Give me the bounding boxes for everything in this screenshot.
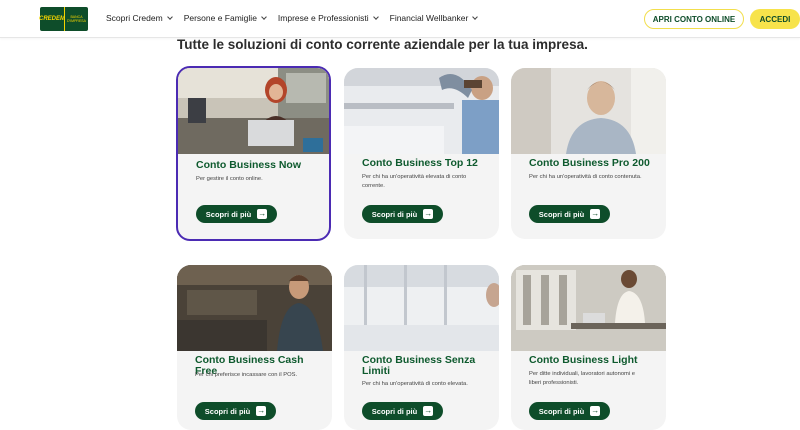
card-description: Per chi ha un'operatività di conto conte… [529,174,642,180]
card-description: Per gestire il conto online. [196,176,263,182]
product-card-business-now[interactable]: Conto Business Now Per gestire il conto … [176,66,331,241]
scopri-di-piu-button[interactable]: Scopri di più → [196,205,277,223]
scopri-di-piu-button[interactable]: Scopri di più → [529,205,610,223]
card-description: Per ditte individuali, lavoratori autono… [529,371,636,386]
scopri-di-piu-button[interactable]: Scopri di più → [529,402,610,420]
arrow-right-icon: → [590,209,601,219]
scopri-di-piu-button[interactable]: Scopri di più → [362,205,443,223]
arrow-right-icon: → [423,209,434,219]
card-photo [511,265,666,351]
arrow-right-icon: → [257,209,268,219]
arrow-right-icon: → [256,406,267,416]
card-title: Conto Business Top 12 [362,157,478,169]
logo-mark: CREDEM [39,7,65,31]
product-card-business-cash-free[interactable]: Conto Business Cash Free Per chi preferi… [177,265,332,430]
site-header: CREDEM BANCA D'IMPRESA Scopri Credem Per… [0,0,800,38]
card-photo [178,68,329,154]
logo-subtitle: BANCA D'IMPRESA [64,7,88,31]
nav-scopri-credem[interactable]: Scopri Credem [106,13,173,23]
product-card-business-pro-200[interactable]: Conto Business Pro 200 Per chi ha un'ope… [511,68,666,239]
card-photo [344,265,499,351]
scopri-di-piu-button[interactable]: Scopri di più → [195,402,276,420]
arrow-right-icon: → [590,406,601,416]
credem-logo[interactable]: CREDEM BANCA D'IMPRESA [39,7,88,31]
scopri-di-piu-button[interactable]: Scopri di più → [362,402,443,420]
arrow-right-icon: → [423,406,434,416]
card-description: Per chi ha un'operatività di conto eleva… [362,381,468,387]
product-card-business-top-12[interactable]: Conto Business Top 12 Per chi ha un'oper… [344,68,499,239]
accedi-button[interactable]: ACCEDI [750,9,800,29]
chevron-down-icon [372,14,379,20]
nav-financial-wellbanker[interactable]: Financial Wellbanker [390,13,479,23]
card-description: Per chi ha un'operatività elevata di con… [362,174,467,189]
card-title: Conto Business Light [529,354,638,366]
nav-persone-famiglie[interactable]: Persone e Famiglie [184,13,267,23]
card-description: Per chi preferisce incassare con il POS. [195,372,298,378]
card-photo [177,265,332,351]
card-photo [511,68,666,154]
nav-imprese-professionisti[interactable]: Imprese e Professionisti [278,13,379,23]
main-nav: Scopri Credem Persone e Famiglie Imprese… [106,13,479,23]
card-title: Conto Business Senza Limiti [362,354,476,377]
chevron-down-icon [472,14,479,20]
chevron-down-icon [261,14,267,20]
apri-conto-online-button[interactable]: APRI CONTO ONLINE [644,9,744,29]
product-card-business-light[interactable]: Conto Business Light Per ditte individua… [511,265,666,430]
card-title: Conto Business Now [196,159,302,171]
product-card-business-senza-limiti[interactable]: Conto Business Senza Limiti Per chi ha u… [344,265,499,430]
card-photo [344,68,499,154]
section-title: Tutte le soluzioni di conto corrente azi… [177,37,588,52]
card-title: Conto Business Pro 200 [529,157,650,169]
chevron-down-icon [166,14,173,20]
